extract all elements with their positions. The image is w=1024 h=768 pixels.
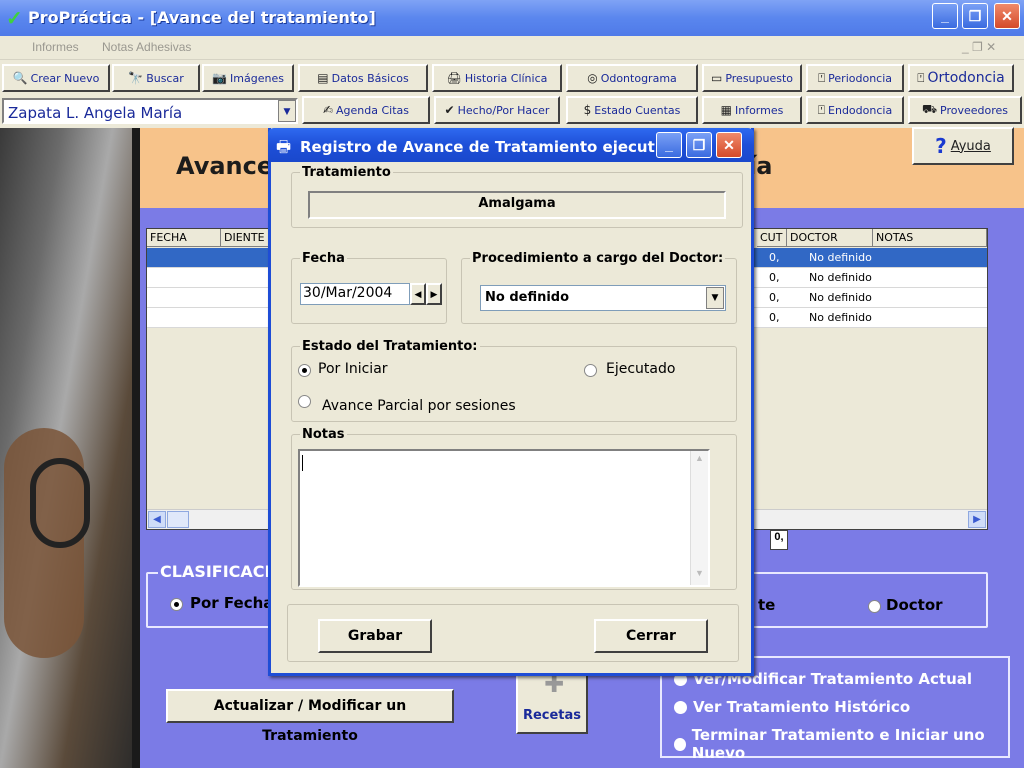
crear-nuevo-button[interactable]: 🔍 Crear Nuevo — [2, 64, 110, 92]
dialog-minimize-button[interactable]: _ — [656, 132, 682, 158]
fecha-prev-icon[interactable]: ◀ — [410, 283, 426, 305]
fecha-group: Fecha 30/Mar/2004 ◀ ▶ — [291, 251, 447, 324]
dialog-maximize-button[interactable]: ❐ — [686, 132, 712, 158]
minimize-button[interactable]: _ — [932, 3, 958, 29]
radio-doctor[interactable] — [868, 600, 881, 613]
column-header-notas[interactable]: NOTAS — [873, 229, 987, 247]
cross-icon: ✚ — [543, 670, 565, 698]
imagenes-button[interactable]: 📷 Imágenes — [202, 64, 294, 92]
tooth-icon: ⍞ — [917, 70, 925, 85]
writing-hand-icon: ✍ — [322, 103, 334, 117]
scroll-thumb[interactable] — [167, 511, 189, 528]
dialog-buttons: Grabar Cerrar — [287, 604, 739, 662]
odontogram-icon: ◎ — [587, 71, 598, 85]
chevron-down-icon[interactable]: ▼ — [706, 287, 724, 309]
report-icon: ▦ — [720, 103, 732, 117]
scroll-right-icon[interactable]: ▶ — [968, 511, 986, 528]
help-label: Ayuda — [950, 138, 991, 154]
total-ejecutado: 0, — [770, 530, 788, 550]
option-terminar-tratamiento[interactable]: Terminar Tratamiento e Iniciar uno Nuevo — [674, 726, 1008, 762]
menu-informes[interactable]: Informes — [32, 40, 79, 54]
column-header-fecha[interactable]: FECHA — [147, 229, 221, 247]
truck-icon: ⛟ — [921, 102, 938, 116]
dentist-photo — [0, 128, 138, 768]
odontograma-button[interactable]: ◎ Odontograma — [566, 64, 698, 92]
dialog-close-button[interactable]: ✕ — [716, 132, 742, 158]
column-header-doctor[interactable]: DOCTOR — [787, 229, 873, 247]
cerrar-button[interactable]: Cerrar — [594, 619, 708, 653]
ortodoncia-button[interactable]: ⍞ Ortodoncia — [908, 64, 1014, 92]
question-icon: ? — [935, 134, 947, 158]
maximize-button[interactable]: ❐ — [962, 3, 988, 29]
buscar-button[interactable]: 🔭 Buscar — [112, 64, 200, 92]
recetas-button[interactable]: ✚ Recetas — [516, 670, 588, 734]
estado-group: Estado del Tratamiento: Por Iniciar Ejec… — [291, 339, 737, 422]
fecha-next-icon[interactable]: ▶ — [426, 283, 442, 305]
hecho-por-hacer-button[interactable]: ✔ Hecho/Por Hacer — [434, 96, 560, 124]
scroll-left-icon[interactable]: ◀ — [148, 511, 166, 528]
proveedores-button[interactable]: ⛟ Proveedores — [908, 96, 1022, 124]
magnifier-icon: 🔍 — [12, 71, 28, 85]
patient-select[interactable]: Zapata L. Angela María ▼ — [2, 98, 298, 124]
page-title-left: Avance — [176, 152, 274, 180]
dialog-title-bar: 🖶 Registro de Avance de Tratamiento ejec… — [268, 128, 754, 162]
printer-icon: 🖨 — [446, 71, 462, 85]
radio-avance-parcial[interactable] — [298, 395, 311, 408]
grabar-button[interactable]: Grabar — [318, 619, 432, 653]
historia-clinica-button[interactable]: 🖨 Historia Clínica — [432, 64, 562, 92]
datos-basicos-button[interactable]: ▤ Datos Básicos — [298, 64, 428, 92]
tratamiento-group: Tratamiento Amalgama — [291, 165, 743, 228]
endodoncia-button[interactable]: ⍞ Endodoncia — [806, 96, 904, 124]
estado-cuentas-button[interactable]: $ Estado Cuentas — [566, 96, 698, 124]
chevron-down-icon[interactable]: ▼ — [278, 100, 296, 122]
tratamiento-value: Amalgama — [308, 191, 726, 219]
camera-icon: 📷 — [212, 71, 228, 85]
close-button[interactable]: ✕ — [994, 3, 1020, 29]
patient-name: Zapata L. Angela María — [8, 104, 183, 122]
informes-button[interactable]: ▦ Informes — [702, 96, 802, 124]
radio-por-fecha[interactable] — [170, 598, 183, 611]
id-card-icon: ▤ — [317, 71, 329, 85]
classification-label: CLASIFICACIO — [158, 562, 287, 581]
presupuesto-button[interactable]: ▭ Presupuesto — [702, 64, 802, 92]
app-title: ProPráctica - [Avance del tratamiento] — [28, 8, 376, 27]
mdi-controls[interactable]: _ ❐ ✕ — [962, 40, 996, 54]
agenda-citas-button[interactable]: ✍ Agenda Citas — [302, 96, 430, 124]
doctor-select[interactable]: No definido ▼ — [480, 285, 726, 311]
column-header-ejecutado[interactable]: CUT — [757, 229, 787, 247]
checkmark-icon: ✔ — [444, 103, 455, 117]
binoculars-icon: 🔭 — [128, 71, 144, 85]
option-ver-historico[interactable]: Ver Tratamiento Histórico — [674, 698, 910, 716]
tooth-icon: ⍞ — [817, 70, 826, 85]
procedimiento-group: Procedimiento a cargo del Doctor: No def… — [461, 251, 737, 324]
calculator-icon: ▭ — [710, 71, 723, 85]
money-icon: $ — [583, 103, 592, 117]
dialog-title: Registro de Avance de Tratamiento ejecut… — [300, 138, 672, 156]
radio-ejecutado[interactable] — [584, 364, 597, 377]
vertical-scrollbar[interactable]: ▲ ▼ — [690, 451, 708, 585]
scroll-down-icon[interactable]: ▼ — [692, 568, 707, 583]
radio-por-iniciar[interactable] — [298, 364, 311, 377]
menu-bar: Informes Notas Adhesivas _ ❐ ✕ — [0, 36, 1024, 60]
help-button[interactable]: ? Ayuda — [912, 127, 1014, 165]
menu-notas-adhesivas[interactable]: Notas Adhesivas — [102, 40, 191, 54]
notas-group: Notas ▲ ▼ — [291, 427, 737, 590]
printer-icon: 🖶 — [276, 139, 292, 156]
tooth-icon: ⍞ — [817, 102, 826, 117]
periodoncia-button[interactable]: ⍞ Periodoncia — [806, 64, 904, 92]
notas-textarea[interactable]: ▲ ▼ — [298, 449, 710, 587]
scroll-up-icon[interactable]: ▲ — [692, 453, 707, 468]
avance-dialog: 🖶 Registro de Avance de Tratamiento ejec… — [268, 128, 754, 676]
fecha-input[interactable]: 30/Mar/2004 — [300, 283, 410, 305]
app-logo-icon: ✓ — [6, 8, 23, 30]
update-treatment-button[interactable]: Actualizar / Modificar un Tratamiento — [166, 689, 454, 744]
app-title-bar: ✓ ProPráctica - [Avance del tratamiento]… — [0, 0, 1024, 36]
